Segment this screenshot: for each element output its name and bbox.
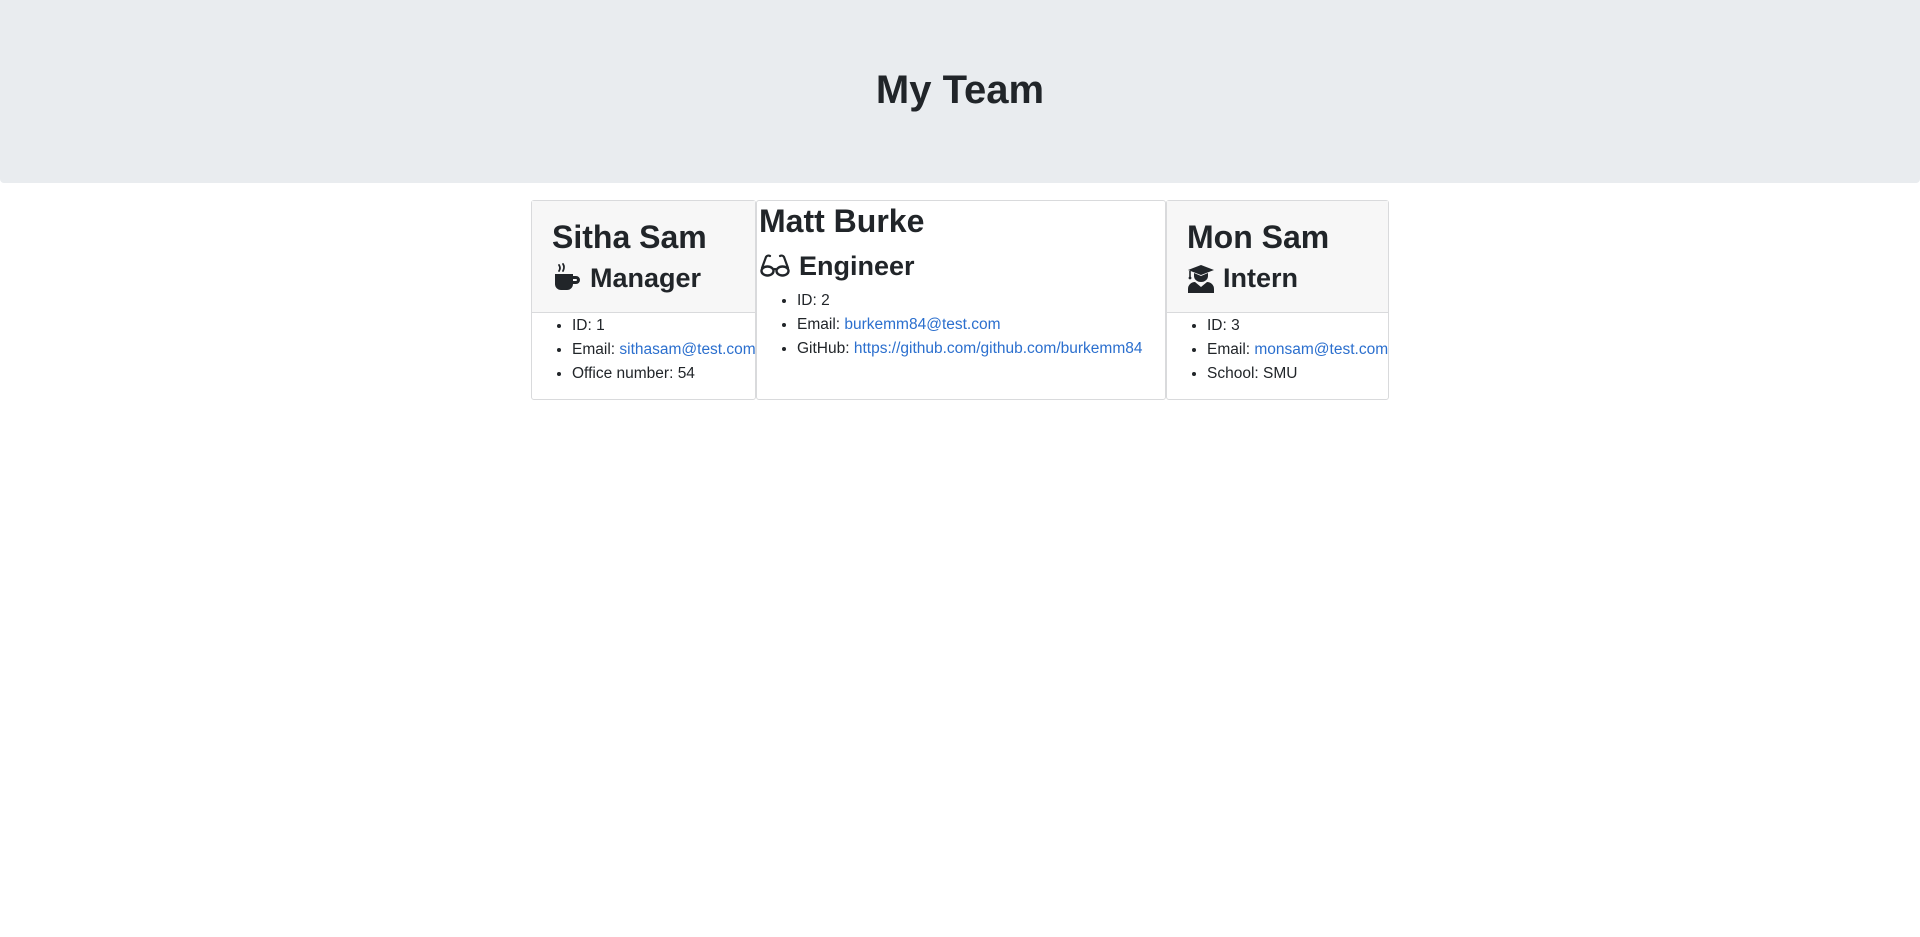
employee-role: Engineer xyxy=(759,247,915,285)
role-label: Engineer xyxy=(799,251,915,281)
page-header: My Team xyxy=(0,0,1920,183)
employee-name: Mon Sam xyxy=(1187,219,1330,255)
employee-name: Matt Burke xyxy=(759,203,925,239)
coffee-icon xyxy=(555,263,580,290)
detail-id: ID: 2 xyxy=(797,289,1142,313)
email-link[interactable]: burkemm84@test.com xyxy=(844,316,1000,333)
detail-id: ID: 1 xyxy=(572,314,756,338)
graduate-icon xyxy=(1188,265,1214,293)
detail-github: GitHub: https://github.com/github.com/bu… xyxy=(797,337,1142,361)
employee-name: Sitha Sam xyxy=(552,219,707,255)
card-header: Sitha Sam Manager xyxy=(532,201,755,313)
employee-card-engineer: Matt Burke Engineer ID: 2 Email: burkemm… xyxy=(756,200,1166,400)
employee-role: Intern xyxy=(1187,259,1298,297)
role-label: Intern xyxy=(1223,263,1299,293)
glasses-icon xyxy=(760,254,790,277)
card-header: Mon Sam Intern xyxy=(1167,201,1388,313)
detail-office-number: Office number: 54 xyxy=(572,362,756,386)
detail-school: School: SMU xyxy=(1207,362,1388,386)
github-link[interactable]: https://github.com/github.com/burkemm84 xyxy=(854,340,1143,357)
employee-details: ID: 1 Email: sithasam@test.com Office nu… xyxy=(532,314,756,386)
employee-role: Manager xyxy=(552,259,701,297)
detail-email: Email: monsam@test.com xyxy=(1207,338,1388,362)
detail-email: Email: burkemm84@test.com xyxy=(797,313,1142,337)
employee-card-intern: Mon Sam Intern ID: 3 Email: monsam@test.… xyxy=(1166,200,1389,400)
detail-id: ID: 3 xyxy=(1207,314,1388,338)
page-title: My Team xyxy=(875,68,1045,112)
email-link[interactable]: sithasam@test.com xyxy=(619,341,755,358)
role-label: Manager xyxy=(590,263,702,293)
employee-details: ID: 2 Email: burkemm84@test.com GitHub: … xyxy=(757,289,1142,361)
employee-details: ID: 3 Email: monsam@test.com School: SMU xyxy=(1167,314,1388,386)
email-link[interactable]: monsam@test.com xyxy=(1254,341,1388,358)
employee-card-manager: Sitha Sam Manager ID: 1 Email: sithasam@… xyxy=(531,200,756,400)
detail-email: Email: sithasam@test.com xyxy=(572,338,756,362)
